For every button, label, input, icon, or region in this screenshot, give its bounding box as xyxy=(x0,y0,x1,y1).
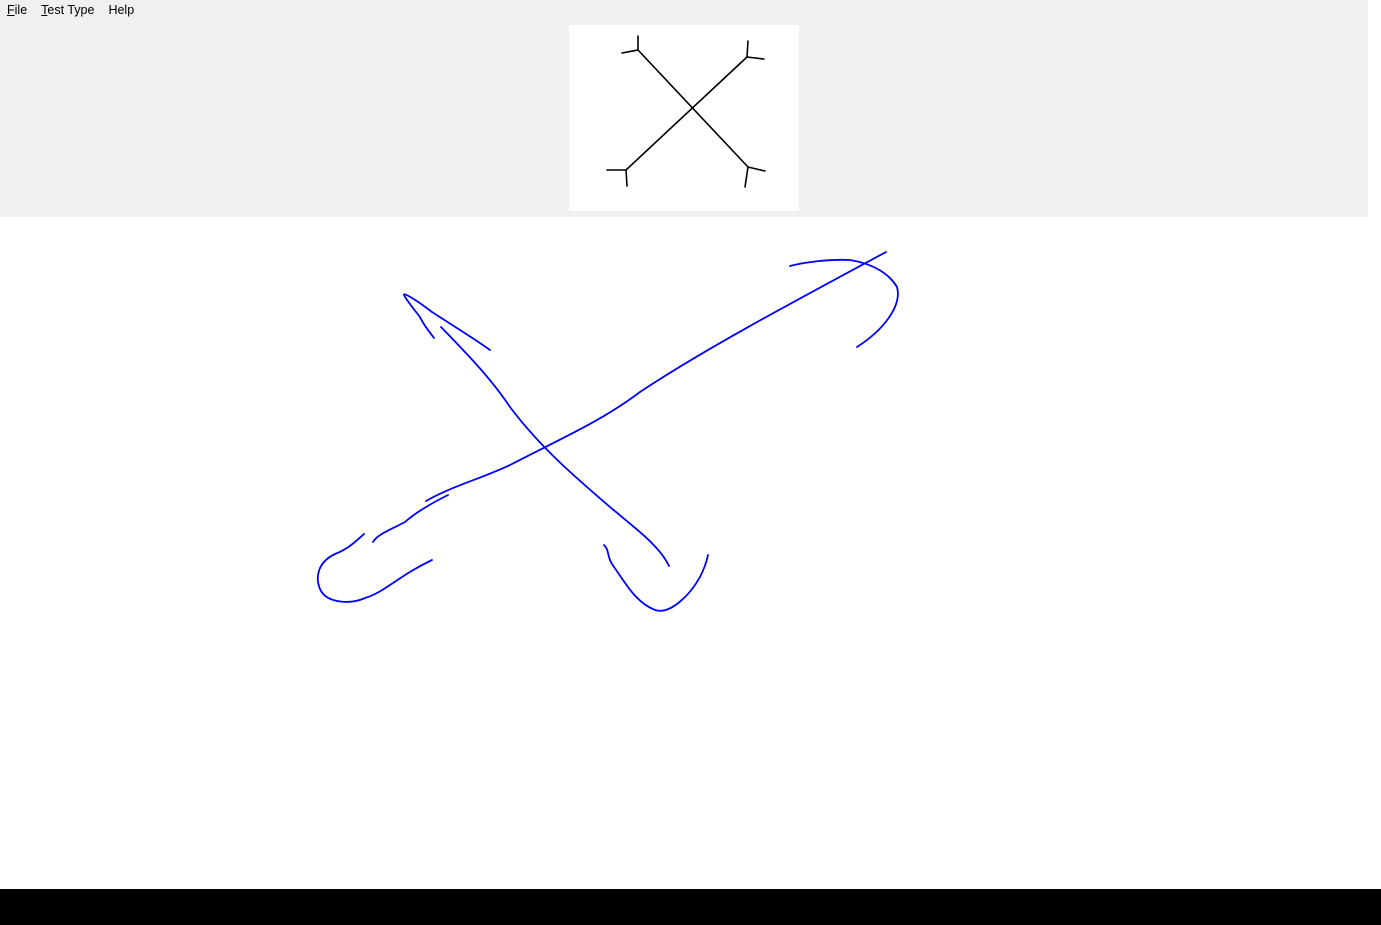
ink-stroke-bottom-left-loop xyxy=(316,533,433,603)
ink-stroke-descending xyxy=(440,326,670,567)
ink-stroke-bottom-left-a xyxy=(372,494,449,543)
menu-test-type[interactable]: Test Type xyxy=(34,0,101,20)
menu-file[interactable]: File xyxy=(0,0,34,20)
menu-help[interactable]: Help xyxy=(101,0,141,20)
menu-file-label: ile xyxy=(14,3,28,17)
reference-line-2 xyxy=(625,56,748,171)
menu-help-label: Help xyxy=(108,3,135,17)
ink-stroke-top-right-hook xyxy=(789,258,899,348)
reference-fletch-bl xyxy=(606,169,628,187)
ink-stroke-bottom-right-loop xyxy=(603,544,709,612)
user-drawing xyxy=(316,251,899,612)
menu-file-accel: F xyxy=(7,3,15,17)
reference-crossed-arrows xyxy=(606,35,766,188)
menu-bar: File Test Type Help xyxy=(0,0,141,20)
menu-test-type-label: est Type xyxy=(47,3,95,17)
drawing-canvas[interactable] xyxy=(0,217,1368,889)
window-right-edge xyxy=(1368,0,1381,889)
reference-fletch-tl xyxy=(621,35,639,54)
ink-stroke-top-left-head xyxy=(403,293,491,351)
reference-fletch-br xyxy=(744,166,766,188)
reference-figure xyxy=(569,25,799,211)
reference-fletch-tr xyxy=(746,40,765,60)
app-window: File Test Type Help xyxy=(0,0,1368,889)
top-panel: File Test Type Help xyxy=(0,0,1368,217)
ink-stroke-long-diagonal xyxy=(425,251,887,502)
